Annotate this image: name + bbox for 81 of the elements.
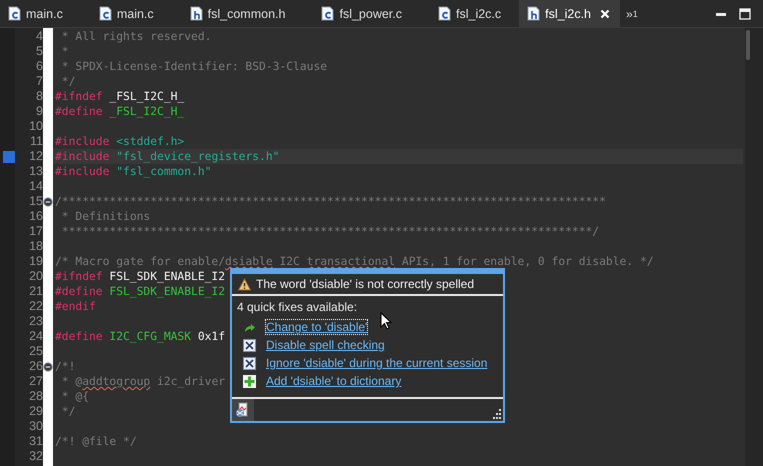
line-number: 30 [29, 419, 43, 434]
line-number: 16 [29, 209, 43, 224]
c-file-icon [321, 6, 334, 21]
line-number: 6 [36, 59, 43, 74]
line-number: 23 [29, 314, 43, 329]
editor-tab[interactable]: fsl_common.h [172, 0, 304, 27]
line-number: 20 [29, 269, 43, 284]
code-line: */ [60, 404, 76, 419]
collapse-icon[interactable] [43, 196, 53, 206]
header-file-icon [527, 6, 540, 21]
resize-grip-icon[interactable] [491, 409, 501, 419]
editor-tab[interactable]: main.c [0, 0, 81, 27]
code-line: #endif [55, 299, 96, 314]
editor-tab[interactable]: fsl_power.c [303, 0, 420, 27]
code-line: /*! [55, 359, 76, 374]
quick-fix-link[interactable]: Change to 'disable' [265, 319, 368, 335]
line-number: 12 [29, 149, 43, 164]
code-line: #include "fsl_device_registers.h" [55, 149, 280, 164]
line-number: 22 [29, 299, 43, 314]
c-file-icon [8, 6, 21, 21]
x-box-icon [243, 356, 256, 370]
maximize-icon[interactable] [739, 8, 751, 20]
c-file-icon [438, 6, 451, 21]
code-line: #define _FSL_I2C_H_ [55, 104, 184, 119]
code-line: #include "fsl_common.h" [55, 164, 212, 179]
collapse-icon[interactable] [43, 362, 53, 372]
code-line: #define FSL_SDK_ENABLE_I2 [55, 284, 226, 299]
line-number: 17 [29, 224, 43, 239]
popup-message: The word 'dsiable' is not correctly spelled [256, 277, 474, 291]
close-icon[interactable] [600, 8, 610, 18]
code-line: /* Macro gate for enable/dsiable I2C transactional APIs, 1 for enable, 0 for disable. */ [55, 254, 654, 269]
line-number: 10 [29, 119, 43, 134]
line-number: 31 [29, 434, 43, 449]
line-number: 29 [29, 404, 43, 419]
code-line: * @addtogroup i2c_driver [60, 374, 226, 389]
editor-tab[interactable]: fsl_i2c.c [420, 0, 520, 27]
code-line: */ [60, 74, 76, 89]
warning-icon [238, 278, 251, 290]
quick-fix-link[interactable]: Disable spell checking [265, 337, 386, 353]
code-line: * All rights reserved. [60, 29, 212, 44]
code-line: #define I2C_CFG_MASK 0x1f [55, 329, 226, 344]
plus-icon [243, 374, 256, 388]
code-line: * @{ [60, 389, 90, 404]
code-line: ******************************************************************************/ [60, 224, 600, 239]
c-file-icon [98, 6, 112, 21]
code-line: * [60, 44, 69, 59]
line-number: 11 [30, 134, 43, 149]
spell-settings-button[interactable] [232, 399, 254, 421]
line-number: 14 [29, 179, 43, 194]
code-line: * SPDX-License-Identifier: BSD-3-Clause [60, 59, 328, 74]
mouse-cursor-icon [380, 312, 392, 330]
editor-tab[interactable]: main.c [80, 0, 172, 27]
line-number: 9 [36, 104, 43, 119]
line-number: 25 [29, 344, 43, 359]
quick-fix-link[interactable]: Ignore 'dsiable' during the current session [265, 355, 488, 371]
line-number: 15 [29, 194, 43, 209]
x-box-icon [243, 338, 256, 352]
code-line: * Definitions [60, 209, 150, 224]
code-line: #ifndef _FSL_I2C_H_ [55, 89, 184, 104]
line-number: 32 [29, 449, 43, 464]
line-number: 7 [36, 74, 43, 89]
code-line: /*! @file */ [55, 434, 137, 449]
line-number: 19 [29, 254, 43, 269]
line-number: 4 [36, 29, 43, 44]
line-number: 24 [29, 329, 43, 344]
line-number: 13 [29, 164, 43, 179]
quick-fix-link[interactable]: Add 'dsiable' to dictionary [265, 373, 402, 389]
scrollbar-thumb[interactable] [746, 30, 750, 60]
code-line: #ifndef FSL_SDK_ENABLE_I2 [55, 269, 226, 284]
fixes-count: 4 quick fixes available: [237, 300, 358, 314]
line-number: 21 [29, 284, 43, 299]
code-line: /******************************************************************************** [55, 194, 606, 209]
line-number: 8 [36, 89, 43, 104]
line-number: 18 [29, 239, 43, 254]
line-number: 5 [36, 44, 43, 59]
line-number: 28 [29, 389, 43, 404]
editor-tab[interactable]: fsl_i2c.h [519, 0, 620, 27]
code-line: #include <stddef.h> [55, 134, 184, 149]
header-file-icon [190, 6, 203, 21]
line-number: 27 [29, 374, 43, 389]
line-number: 26 [29, 359, 43, 374]
